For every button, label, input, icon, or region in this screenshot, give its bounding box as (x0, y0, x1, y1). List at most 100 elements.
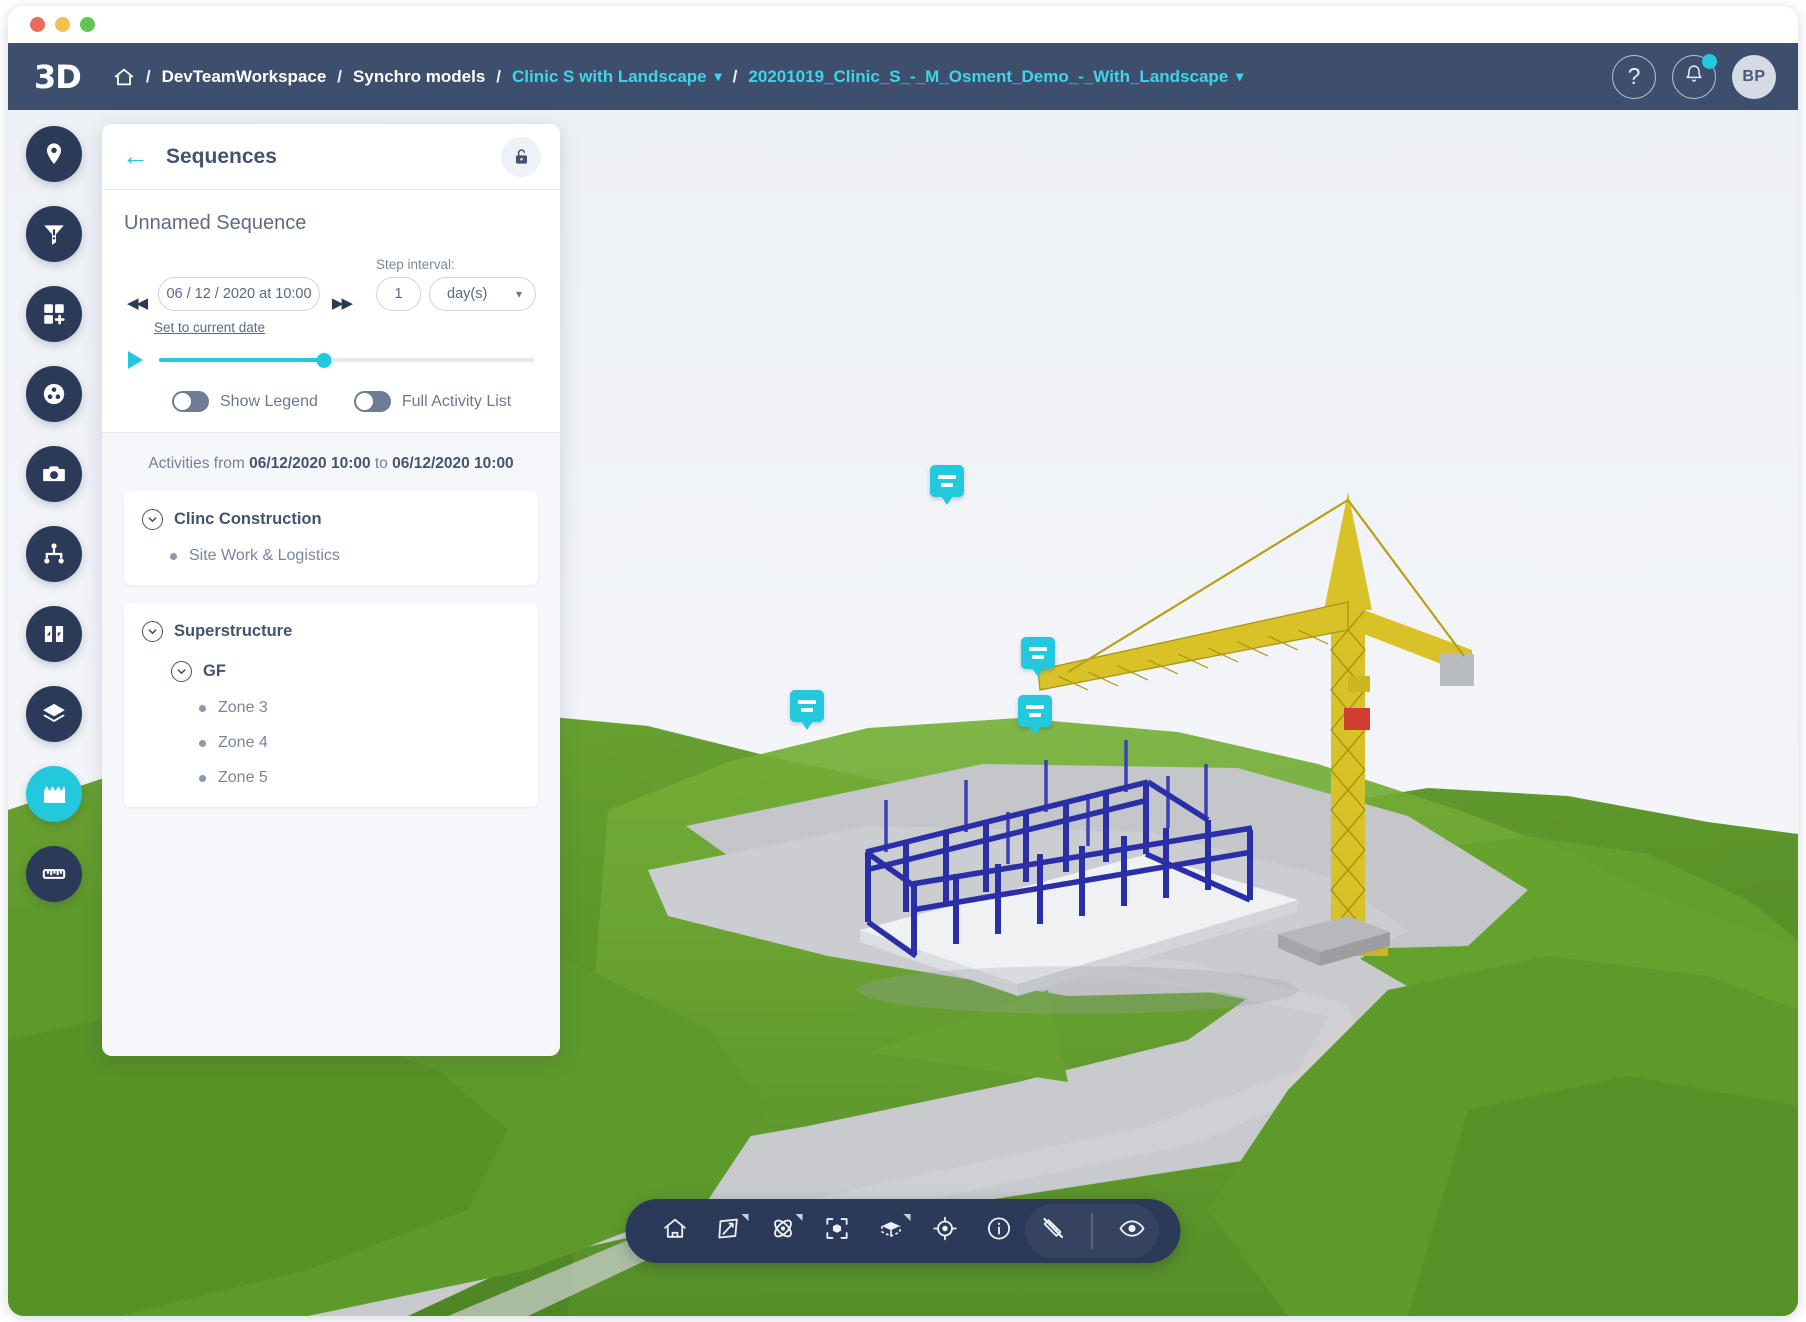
full-activity-list-switch[interactable] (354, 391, 391, 412)
breadcrumb-item-model-file[interactable]: 20201019_Clinic_S_-_M_Osment_Demo_-_With… (748, 67, 1228, 87)
sidebar-item-hierarchy[interactable] (26, 526, 82, 582)
measure-ruler-icon (41, 861, 67, 887)
sidebar-item-clash[interactable] (26, 366, 82, 422)
step-unit-select[interactable]: day(s) ▾ (429, 277, 536, 311)
sidebar-item-issues[interactable] (26, 206, 82, 262)
scene-marker-structure-b[interactable] (1018, 695, 1052, 727)
sidebar-item-sequence[interactable] (26, 766, 82, 822)
breadcrumb: / DevTeamWorkspace / Synchro models / Cl… (113, 66, 1598, 88)
window-minimize-button[interactable] (55, 17, 70, 32)
bullet-icon (199, 740, 206, 747)
sidebar-item-location[interactable] (26, 126, 82, 182)
chevron-down-circle-icon[interactable] (142, 509, 163, 530)
set-current-date-link[interactable]: Set to current date (154, 320, 265, 335)
chevron-down-circle-icon[interactable] (142, 621, 163, 642)
corner-expand-indicator[interactable] (796, 1214, 803, 1221)
issues-funnel-icon (41, 221, 67, 247)
camera-icon (41, 461, 67, 487)
visibility-button[interactable] (1105, 1204, 1159, 1258)
unlock-icon[interactable] (501, 137, 541, 177)
help-button[interactable]: ? (1612, 55, 1656, 99)
app-logo[interactable]: 3D (28, 61, 87, 93)
window-close-button[interactable] (30, 17, 45, 32)
timeline-slider[interactable] (159, 351, 534, 369)
breadcrumb-separator-3: / (496, 67, 501, 87)
show-legend-switch[interactable] (172, 391, 209, 412)
breadcrumb-item-workspace[interactable]: DevTeamWorkspace (162, 67, 327, 87)
skip-forward-icon[interactable]: ▶▶ (329, 296, 354, 311)
breadcrumb-chevron-down-icon-project[interactable]: ▾ (715, 68, 722, 85)
model-viewport[interactable]: ← Sequences Unnamed Sequence ◀◀ 06 / 12 … (8, 110, 1798, 1316)
sidebar-item-camera[interactable] (26, 446, 82, 502)
orbit-button[interactable] (756, 1204, 810, 1258)
list-item[interactable]: Zone 3 (142, 699, 520, 717)
breadcrumb-item-project[interactable]: Clinic S with Landscape (512, 67, 707, 87)
sidebar-item-measure[interactable] (26, 846, 82, 902)
panel-toggles: Show Legend Full Activity List (124, 391, 536, 412)
orbit-icon (769, 1215, 796, 1247)
activity-group-row[interactable]: Superstructure (142, 621, 520, 642)
info-icon (985, 1215, 1012, 1247)
notification-badge (1702, 54, 1717, 69)
home-icon[interactable] (113, 66, 135, 88)
info-button[interactable] (972, 1204, 1026, 1258)
compare-split-icon (41, 621, 67, 647)
bullet-icon (170, 553, 177, 560)
list-item[interactable]: Zone 4 (142, 734, 520, 752)
full-activity-list-label: Full Activity List (402, 393, 511, 411)
nav-actions: ? BP (1612, 55, 1776, 99)
add-tiles-icon (41, 301, 67, 327)
step-interval-input[interactable]: 1 (376, 277, 421, 311)
window-maximize-button[interactable] (80, 17, 95, 32)
back-arrow-icon[interactable]: ← (122, 143, 149, 170)
sequence-controls: Unnamed Sequence ◀◀ 06 / 12 / 2020 at 10… (102, 190, 560, 433)
sidebar-item-compare[interactable] (26, 606, 82, 662)
marker-line-icon (801, 708, 813, 712)
scene-marker-crane-jib[interactable] (930, 465, 964, 497)
sidebar-item-add-tiles[interactable] (26, 286, 82, 342)
chevron-down-circle-icon[interactable] (171, 661, 192, 682)
activity-group-row[interactable]: Clinc Construction (142, 509, 520, 530)
home-view-button[interactable] (648, 1204, 702, 1258)
sidebar-item-layers[interactable] (26, 686, 82, 742)
corner-expand-indicator[interactable] (904, 1214, 911, 1221)
switch-knob (356, 393, 373, 410)
activity-leaf-label: Site Work & Logistics (189, 547, 340, 565)
show-legend-label: Show Legend (220, 393, 318, 411)
scene-marker-structure-c[interactable] (790, 690, 824, 722)
sequence-name[interactable]: Unnamed Sequence (124, 212, 536, 235)
pan-button[interactable] (702, 1204, 756, 1258)
breadcrumb-chevron-down-icon-model[interactable]: ▾ (1236, 68, 1243, 85)
pan-icon (715, 1215, 742, 1247)
list-item[interactable]: Zone 5 (142, 769, 520, 787)
breadcrumb-item-models[interactable]: Synchro models (353, 67, 485, 87)
focus-target-button[interactable] (918, 1204, 972, 1258)
marker-line-icon (1032, 655, 1044, 659)
zoom-to-fit-button[interactable] (810, 1204, 864, 1258)
location-pin-icon (41, 141, 67, 167)
window-titlebar (8, 6, 1798, 43)
range-prefix: Activities from (148, 455, 249, 472)
activity-subgroup-label: GF (203, 662, 226, 681)
skip-back-icon[interactable]: ◀◀ (124, 296, 149, 311)
toolbar-divider (1092, 1213, 1093, 1249)
play-icon[interactable] (128, 351, 143, 369)
corner-expand-indicator[interactable] (742, 1214, 749, 1221)
section-box-icon (877, 1215, 904, 1247)
activity-list[interactable]: Clinc Construction Site Work & Logistics… (102, 491, 560, 1056)
breadcrumb-separator-4: / (733, 67, 738, 87)
activity-subgroup-row[interactable]: GF (142, 661, 520, 682)
focus-target-icon (931, 1215, 958, 1247)
measure-off-button[interactable] (1026, 1204, 1080, 1258)
toggle-full-activity-list[interactable]: Full Activity List (354, 391, 511, 412)
toggle-show-legend[interactable]: Show Legend (172, 391, 318, 412)
notifications-button[interactable] (1672, 55, 1716, 99)
visibility-eye-icon (1118, 1215, 1145, 1247)
date-input[interactable]: 06 / 12 / 2020 at 10:00 (158, 277, 320, 311)
list-item[interactable]: Site Work & Logistics (142, 547, 520, 565)
slider-handle[interactable] (317, 353, 332, 368)
section-box-button[interactable] (864, 1204, 918, 1258)
avatar[interactable]: BP (1732, 55, 1776, 99)
activities-range: Activities from 06/12/2020 10:00 to 06/1… (102, 433, 560, 491)
scene-marker-structure-a[interactable] (1021, 637, 1055, 669)
